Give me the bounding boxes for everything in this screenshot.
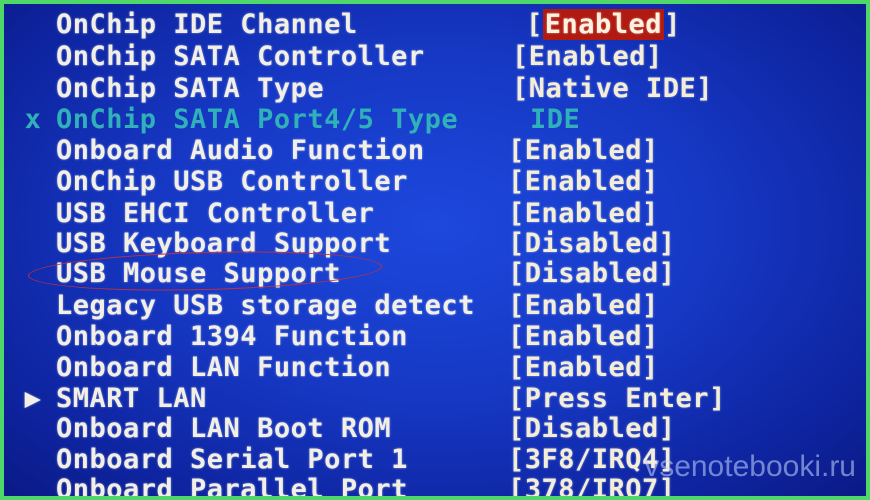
setting-row[interactable]: OnChip SATA Controller [Enabled] xyxy=(4,42,866,72)
setting-value[interactable]: [Enabled] xyxy=(508,167,659,197)
setting-value[interactable]: [Enabled] xyxy=(508,353,659,383)
setting-label: OnChip IDE Channel xyxy=(56,9,358,40)
setting-row: x OnChip SATA Port4/5 Type IDE xyxy=(4,105,866,135)
setting-label: Onboard Parallel Port xyxy=(56,474,408,497)
setting-label: Onboard Audio Function xyxy=(56,135,425,166)
setting-value[interactable]: [Native IDE] xyxy=(512,74,713,104)
setting-label: Onboard Serial Port 1 xyxy=(56,444,408,475)
setting-row[interactable]: Legacy USB storage detect [Enabled] xyxy=(4,291,866,321)
selected-value[interactable]: Enabled xyxy=(542,9,665,40)
setting-row[interactable]: Onboard Audio Function [Enabled] xyxy=(4,136,866,166)
setting-label: OnChip SATA Port4/5 Type xyxy=(56,104,459,135)
setting-value[interactable]: [Enabled] xyxy=(512,42,663,72)
setting-row[interactable]: Onboard 1394 Function [Enabled] xyxy=(4,322,866,352)
setting-row[interactable]: OnChip IDE Channel [Enabled] xyxy=(4,9,866,40)
setting-value[interactable]: [Disabled] xyxy=(508,229,676,259)
setting-value[interactable]: [Enabled] xyxy=(508,136,659,166)
setting-label: Onboard 1394 Function xyxy=(56,321,408,352)
unavailable-marker-icon: x xyxy=(24,104,42,135)
setting-value[interactable]: [Disabled] xyxy=(508,259,676,289)
setting-row[interactable]: OnChip SATA Type [Native IDE] xyxy=(4,74,866,104)
setting-label: OnChip USB Controller xyxy=(56,166,408,197)
setting-label: OnChip SATA Type xyxy=(56,73,325,104)
bios-setup-screen: OnChip IDE Channel [Enabled] OnChip SATA C… xyxy=(4,4,866,496)
submenu-arrow-icon: ▶ xyxy=(24,383,42,414)
setting-row[interactable]: OnChip USB Controller [Enabled] xyxy=(4,167,866,197)
setting-value[interactable]: [Press Enter] xyxy=(508,384,726,414)
setting-value[interactable]: [Enabled] xyxy=(508,291,659,321)
setting-label: Onboard LAN Function xyxy=(56,352,392,383)
setting-label: SMART LAN xyxy=(56,383,207,414)
setting-label: Onboard LAN Boot ROM xyxy=(56,413,392,444)
setting-value[interactable]: [Enabled] xyxy=(526,9,681,40)
setting-label: OnChip SATA Controller xyxy=(56,41,425,72)
setting-value[interactable]: [Enabled] xyxy=(508,199,659,229)
watermark: vsenotebooki.ru xyxy=(644,450,856,483)
setting-row[interactable]: Onboard LAN Boot ROM [Disabled] xyxy=(4,414,866,444)
setting-value: IDE xyxy=(530,104,581,135)
setting-label: USB EHCI Controller xyxy=(56,198,375,229)
setting-value[interactable]: [Disabled] xyxy=(508,414,676,444)
setting-row[interactable]: ▶ SMART LAN [Press Enter] xyxy=(4,384,866,414)
setting-row[interactable]: Onboard LAN Function [Enabled] xyxy=(4,353,866,383)
setting-value[interactable]: [Enabled] xyxy=(508,322,659,352)
setting-label: Legacy USB storage detect xyxy=(56,290,475,321)
setting-row[interactable]: USB EHCI Controller [Enabled] xyxy=(4,199,866,229)
